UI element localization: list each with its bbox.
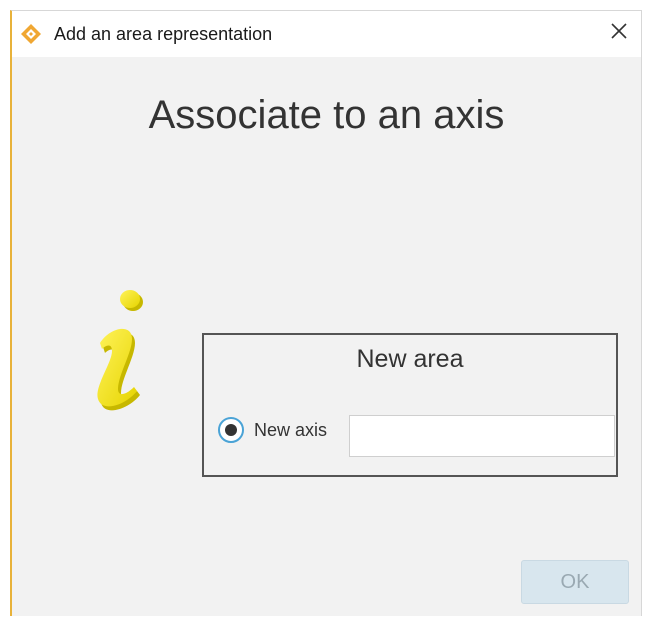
- new-axis-option[interactable]: New axis: [218, 417, 327, 443]
- info-icon: [82, 283, 162, 423]
- group-title: New area: [356, 345, 464, 373]
- diamond-app-icon: [20, 23, 42, 45]
- window-title: Add an area representation: [54, 24, 273, 44]
- new-area-group: New area New axis: [202, 333, 618, 477]
- close-icon: [610, 22, 628, 45]
- close-button[interactable]: [601, 16, 637, 50]
- ok-button[interactable]: OK: [521, 560, 629, 604]
- axis-name-input[interactable]: [349, 415, 615, 457]
- new-axis-label: New axis: [254, 419, 328, 440]
- dialog-heading: Associate to an axis: [148, 93, 505, 137]
- title-bar[interactable]: Add an area representation: [12, 11, 641, 57]
- dialog-window: Add an area representation Associate to …: [10, 10, 642, 616]
- new-axis-radio[interactable]: [218, 417, 244, 443]
- radio-selected-dot: [225, 424, 237, 436]
